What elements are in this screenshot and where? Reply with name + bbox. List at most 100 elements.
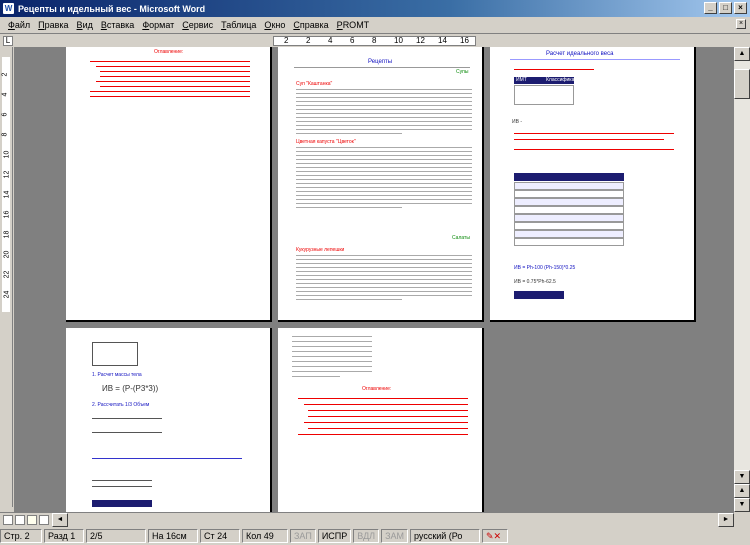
vruler-number: 8 xyxy=(1,132,9,137)
text-line xyxy=(296,207,402,208)
menu-4[interactable]: Формат xyxy=(138,20,178,30)
ruler-number: 14 xyxy=(438,36,447,45)
maximize-button[interactable]: □ xyxy=(719,2,732,14)
scroll-up-icon[interactable]: ▲ xyxy=(734,47,750,61)
text-line xyxy=(292,361,372,362)
text-line xyxy=(292,371,372,372)
vertical-scrollbar[interactable]: ▲ ▼ ▲ ▼ xyxy=(734,47,750,512)
text-line xyxy=(292,336,372,337)
table-row xyxy=(514,222,624,230)
normal-view-icon[interactable] xyxy=(3,515,13,525)
text-line xyxy=(292,366,372,367)
minimize-button[interactable]: _ xyxy=(704,2,717,14)
menu-6[interactable]: Таблица xyxy=(217,20,260,30)
outline-view-icon[interactable] xyxy=(39,515,49,525)
page2-heading-soup: Суп "Каштанка" xyxy=(296,81,333,87)
text-line xyxy=(296,187,472,188)
table-row xyxy=(514,230,624,238)
page3-formula: ИВ = Ph-100 (Ph-150)*0.25 xyxy=(514,265,576,271)
table-row xyxy=(514,190,624,198)
status-rec[interactable]: ЗАП xyxy=(290,529,316,543)
web-view-icon[interactable] xyxy=(15,515,25,525)
table-row xyxy=(514,198,624,206)
text-line xyxy=(296,199,472,200)
vruler-number: 12 xyxy=(3,170,11,179)
scroll-thumb[interactable] xyxy=(734,69,750,99)
ruler-number: 6 xyxy=(350,36,355,45)
scroll-left-icon[interactable]: ◄ xyxy=(52,513,68,527)
text-line xyxy=(296,89,472,90)
ruler-number: 8 xyxy=(372,36,377,45)
text-line xyxy=(292,356,372,357)
table-row xyxy=(514,206,624,214)
text-line xyxy=(296,279,472,280)
text-line xyxy=(296,151,472,152)
close-button[interactable]: × xyxy=(734,2,747,14)
status-trk[interactable]: ИСПР xyxy=(317,529,352,543)
prev-page-icon[interactable]: ▲ xyxy=(734,484,750,498)
text-line xyxy=(292,346,372,347)
scroll-down-icon[interactable]: ▼ xyxy=(734,470,750,484)
menu-8[interactable]: Справка xyxy=(289,20,332,30)
ruler-number: 10 xyxy=(394,36,403,45)
vruler-number: 10 xyxy=(3,150,11,159)
page4-heading-1: 1. Расчет массы тела xyxy=(92,372,142,378)
ruler-number: 4 xyxy=(328,36,333,45)
doc-close-icon[interactable]: × xyxy=(736,19,746,29)
horizontal-ruler[interactable]: 2 2 4 6 8 10 12 14 16 xyxy=(273,36,476,46)
text-line xyxy=(296,167,472,168)
print-layout-icon[interactable] xyxy=(27,515,37,525)
text-line xyxy=(296,109,472,110)
text-line xyxy=(292,341,372,342)
text-line xyxy=(296,147,472,148)
text-line xyxy=(296,113,472,114)
ruler-number: 2 xyxy=(306,36,311,45)
status-line: Ст 24 xyxy=(200,529,240,543)
vertical-ruler[interactable]: 2 4 6 8 10 12 14 16 18 20 22 24 xyxy=(0,47,13,507)
page-5: Оглавление: xyxy=(278,328,484,512)
text-line xyxy=(296,191,472,192)
vruler-number: 16 xyxy=(3,210,11,219)
status-pages: 2/5 xyxy=(86,529,146,543)
status-at: На 16см xyxy=(148,529,198,543)
ruler-number: 2 xyxy=(284,36,289,45)
page-3: Расчет идеального веса ИМТ Классификация… xyxy=(490,47,696,322)
table-row xyxy=(514,182,624,190)
status-ext[interactable]: ВДЛ xyxy=(353,529,380,543)
menu-2[interactable]: Вид xyxy=(73,20,97,30)
text-line xyxy=(296,271,472,272)
spelling-check-icon[interactable]: ✎✕ xyxy=(482,529,509,543)
menu-1[interactable]: Правка xyxy=(34,20,72,30)
table-row xyxy=(514,238,624,246)
text-line xyxy=(296,203,472,204)
text-line xyxy=(296,105,472,106)
menu-5[interactable]: Сервис xyxy=(178,20,217,30)
text-line xyxy=(296,133,402,134)
text-line xyxy=(296,179,472,180)
page-1: Оглавление: xyxy=(66,47,272,322)
menu-0[interactable]: Файл xyxy=(4,20,34,30)
status-ovr[interactable]: ЗАМ xyxy=(381,529,409,543)
horizontal-ruler-bar: L 2 2 4 6 8 10 12 14 16 xyxy=(0,33,750,47)
word-app-icon[interactable]: W xyxy=(3,3,14,14)
text-line xyxy=(296,299,402,300)
menu-7[interactable]: Окно xyxy=(260,20,289,30)
horizontal-scrollbar[interactable]: ◄ ► xyxy=(0,512,734,527)
tab-selector-icon[interactable]: L xyxy=(3,36,13,46)
text-line xyxy=(296,93,472,94)
menu-9[interactable]: PROMT xyxy=(333,20,374,30)
status-page: Стр. 2 xyxy=(0,529,42,543)
vruler-number: 6 xyxy=(1,112,9,117)
next-page-icon[interactable]: ▼ xyxy=(734,498,750,512)
status-bar: Стр. 2 Разд 1 2/5 На 16см Ст 24 Кол 49 З… xyxy=(0,527,750,545)
status-section: Разд 1 xyxy=(44,529,84,543)
text-line xyxy=(296,171,472,172)
menu-bar: Файл Правка Вид Вставка Формат Сервис Таблица О… xyxy=(0,17,750,32)
page-2: Рецепты Супы Суп "Каштанка" Цветная капу… xyxy=(278,47,484,322)
status-language[interactable]: русский (Ро xyxy=(410,529,481,543)
document-area[interactable]: Оглавление: Рецепты Супы Суп "Каштанка" … xyxy=(14,47,734,512)
scroll-right-icon[interactable]: ► xyxy=(718,513,734,527)
text-line xyxy=(296,267,472,268)
menu-3[interactable]: Вставка xyxy=(97,20,138,30)
page2-tag-salads: Салаты xyxy=(452,235,470,241)
